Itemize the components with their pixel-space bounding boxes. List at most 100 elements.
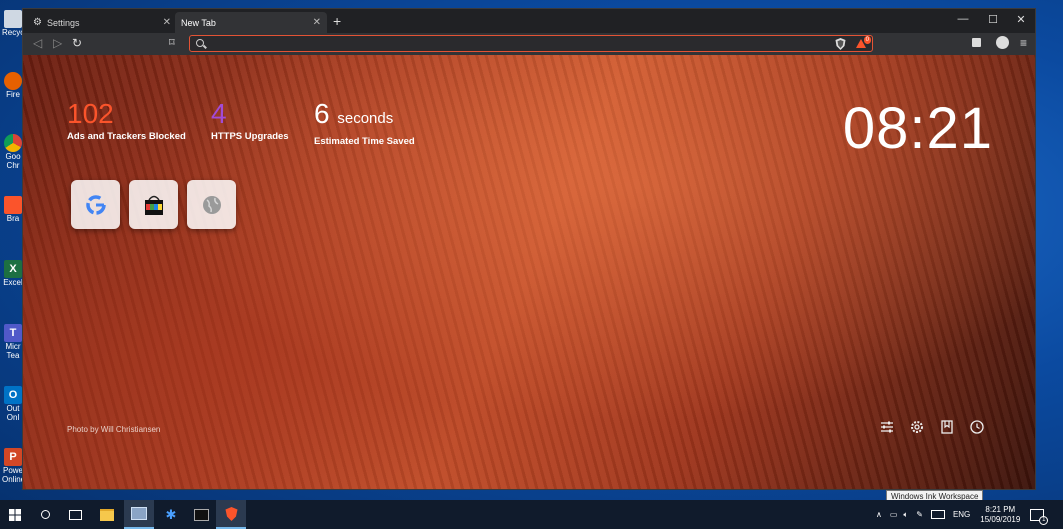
folder-icon [100, 508, 114, 521]
desktop-icon-label: Goo [5, 152, 21, 161]
clock[interactable]: 8:21 PM 15/09/2019 [980, 505, 1020, 525]
system-tray: ∧ ▭ 🔈︎ ✎ ENG 8:21 PM 15/09/2019 1 [876, 500, 1049, 529]
powerpoint-icon: P [4, 448, 22, 466]
network-icon[interactable]: ▭ [890, 510, 898, 519]
stat-caption: Estimated Time Saved [314, 136, 415, 147]
globe-icon [202, 195, 221, 214]
stat-number: 6 [314, 98, 330, 129]
excel-icon: X [4, 260, 22, 278]
recycle-bin-icon [4, 10, 22, 28]
desktop-icon-firefox[interactable]: Fire [2, 72, 24, 99]
keyboard-icon[interactable] [930, 510, 945, 519]
stat-number: 4 [211, 98, 227, 129]
gear-app-icon: ✱ [165, 506, 177, 522]
taskbar-app-window[interactable] [124, 500, 154, 529]
desktop-icons: Recyc Fire Goo Chr Bra X Excel T Micr Te… [0, 0, 24, 500]
volume-icon[interactable]: 🔈︎ [903, 510, 908, 520]
minimize-button[interactable]: — [953, 13, 973, 25]
desktop-icon-excel[interactable]: X Excel [2, 260, 24, 287]
taskbar: ✱ ∧ ▭ 🔈︎ ✎ ENG 8:21 PM 15/09/2019 1 [0, 500, 1063, 529]
start-button[interactable] [0, 500, 30, 529]
taskbar-terminal[interactable] [186, 500, 216, 529]
desktop-icon-chrome[interactable]: Goo Chr [2, 134, 24, 170]
search-icon [196, 39, 204, 47]
settings-gear-icon[interactable] [909, 419, 925, 435]
stat-https-upgrades: 4 HTTPS Upgrades [211, 98, 289, 143]
customize-sliders-icon[interactable] [879, 419, 895, 435]
profile-avatar[interactable] [996, 36, 1009, 49]
maximize-button[interactable]: ☐ [983, 13, 1003, 26]
close-icon[interactable]: ✕ [313, 17, 321, 28]
task-view-icon [68, 509, 82, 520]
desktop-icon-label: Excel [3, 278, 23, 287]
menu-icon[interactable]: ≡ [1020, 36, 1027, 50]
reload-icon[interactable]: ↻ [72, 36, 82, 50]
browser-window: ⚙ Settings ✕ New Tab ✕ + — ☐ ✕ ◁ ▷ ↻ ⌑ 0 [22, 8, 1036, 490]
tab-label: Settings [46, 17, 80, 28]
bookmark-icon[interactable]: ⌑ [169, 36, 175, 49]
stat-unit: seconds [337, 110, 394, 127]
windows-ink-icon[interactable]: ✎ [916, 510, 923, 519]
close-window-button[interactable]: ✕ [1011, 13, 1031, 26]
tab-label: New Tab [181, 17, 216, 28]
outlook-icon: O [4, 386, 22, 404]
photo-credit: Photo by Will Christiansen [67, 425, 161, 434]
top-site-google[interactable] [71, 180, 120, 229]
stat-ads-blocked: 102 Ads and Trackers Blocked [67, 98, 186, 143]
desktop-icon-label: Tea [6, 351, 20, 360]
desktop-icon-label: Chr [6, 161, 20, 170]
search-icon [40, 510, 50, 519]
close-icon[interactable]: ✕ [163, 17, 171, 28]
desktop-icon-powerpoint[interactable]: P Powe Online [2, 448, 24, 484]
desktop-icon-label: Recyc [2, 28, 24, 37]
chevron-up-icon[interactable]: ∧ [876, 510, 882, 519]
address-input[interactable] [210, 37, 814, 52]
tab-settings[interactable]: ⚙ Settings ✕ [27, 12, 177, 33]
task-view-button[interactable] [60, 500, 90, 529]
back-icon[interactable]: ◁ [33, 36, 42, 50]
app-window-icon [131, 507, 147, 520]
top-site-shopping[interactable] [129, 180, 178, 229]
notification-icon[interactable]: 1 [1030, 508, 1049, 525]
stat-number: 102 [67, 98, 114, 129]
desktop-icon-label: Powe [2, 466, 23, 475]
desktop-icon-label: Fire [6, 90, 20, 99]
history-icon[interactable] [969, 419, 985, 435]
tab-strip: ⚙ Settings ✕ New Tab ✕ + — ☐ ✕ [23, 9, 1035, 33]
taskbar-date: 15/09/2019 [980, 514, 1021, 524]
taskbar-brave[interactable] [216, 500, 246, 529]
tab-new-tab[interactable]: New Tab ✕ [175, 12, 327, 33]
stat-time-saved: 6 seconds Estimated Time Saved [314, 98, 415, 148]
new-tab-button[interactable]: + [333, 13, 341, 29]
clock: 08:21 [842, 96, 993, 161]
search-button[interactable] [30, 500, 60, 529]
desktop-icon-recycle-bin[interactable]: Recyc [2, 10, 24, 37]
notification-count: 1 [1039, 515, 1049, 525]
gear-icon: ⚙ [33, 17, 42, 28]
terminal-icon [193, 508, 209, 521]
desktop-icon-label: Out [6, 404, 20, 413]
brave-icon [4, 196, 22, 214]
taskbar-file-explorer[interactable] [92, 500, 122, 529]
language-indicator[interactable]: ENG [953, 510, 970, 519]
desktop-icon-label: Micr [5, 342, 21, 351]
desktop-icon-outlook[interactable]: O Out Onl [2, 386, 24, 422]
firefox-icon [4, 72, 22, 90]
chrome-icon [4, 134, 22, 152]
address-bar[interactable]: 0 [189, 35, 873, 52]
taskbar-time: 8:21 PM [985, 504, 1016, 514]
extension-icon[interactable] [972, 38, 981, 47]
new-tab-page: 102 Ads and Trackers Blocked 4 HTTPS Upg… [23, 55, 1035, 489]
top-site-globe[interactable] [187, 180, 236, 229]
brave-icon [225, 506, 237, 521]
desktop-icon-brave[interactable]: Bra [2, 196, 24, 223]
brave-shields-icon[interactable] [835, 38, 846, 50]
taskbar-app[interactable]: ✱ [156, 500, 186, 529]
rewards-badge: 0 [863, 36, 871, 44]
stat-caption: HTTPS Upgrades [211, 131, 289, 142]
bookmarks-icon[interactable] [939, 419, 955, 435]
desktop-icon-label: Online [2, 475, 24, 484]
desktop-icon-teams[interactable]: T Micr Tea [2, 324, 24, 360]
windows-icon [9, 508, 21, 521]
forward-icon[interactable]: ▷ [53, 36, 62, 50]
